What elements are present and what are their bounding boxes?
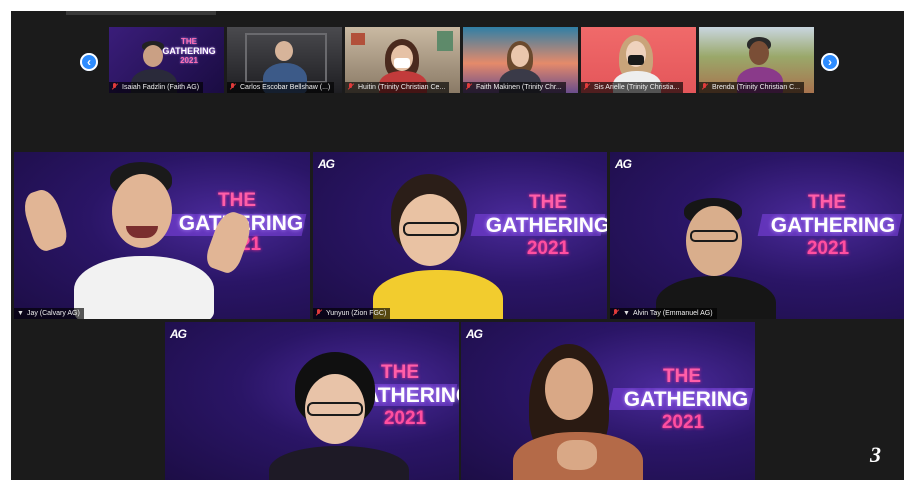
- org-logo-text: AG: [615, 157, 632, 171]
- participant-body: [74, 256, 214, 319]
- participant-name-label: Isaiah Fadzlin (Faith AG): [109, 82, 204, 93]
- org-logo-text: AG: [170, 327, 187, 341]
- participant-thumbnail[interactable]: Carlos Escobar Bellshaw (...): [227, 27, 342, 93]
- poster-title-the: THE: [181, 37, 197, 46]
- participant-head: [545, 358, 593, 420]
- chevron-right-icon[interactable]: ›: [821, 53, 839, 71]
- participant-name: Isaiah Fadzlin (Faith AG): [122, 84, 200, 91]
- face-mask: [394, 58, 410, 68]
- poster-title-the: THE: [663, 366, 701, 387]
- org-logo: AG: [466, 327, 483, 341]
- pin-icon: ▼: [623, 310, 630, 317]
- participant-name-label: ▼ Alvin Tay (Emmanuel AG): [610, 308, 717, 319]
- participant-thumbnail[interactable]: Huitin (Trinity Christian Ce...: [345, 27, 460, 93]
- participant-name: Yunyun (Zion FGC): [326, 310, 387, 317]
- participant-video-tile[interactable]: AG THE GATHERING 2021 ▼ Alvin Tay (Emmanu…: [610, 152, 904, 319]
- poster-title-year: 2021: [526, 238, 570, 259]
- org-logo-text: AG: [318, 157, 335, 171]
- pin-icon: ▼: [17, 310, 24, 317]
- poster-title-main: GATHERING: [162, 46, 216, 56]
- participant-name: Alvin Tay (Emmanuel AG): [632, 310, 713, 317]
- mic-muted-icon: [466, 83, 472, 90]
- participant-video-tile[interactable]: AG THE GATHERING 2021: [165, 322, 459, 480]
- zoom-meeting-window: ‹ THE GATHERING 2021 Isaiah Fadzlin (Fai…: [11, 11, 904, 480]
- participant-name-label: Huitin (Trinity Christian Ce...: [345, 82, 450, 93]
- participant-head: [275, 41, 293, 61]
- participant-name-label: Faith Makinen (Trinity Chr...: [463, 82, 566, 93]
- participant-thumbnail[interactable]: Sis Arielle (Trinity Christia...: [581, 27, 696, 93]
- participant-name: Faith Makinen (Trinity Chr...: [476, 84, 562, 91]
- participant-hands: [557, 440, 597, 470]
- participant-body: [373, 270, 503, 319]
- participant-video-tile[interactable]: AG THE GATHERING 2021: [461, 322, 755, 480]
- participant-name-label: Sis Arielle (Trinity Christia...: [581, 82, 684, 93]
- poster-title-main: GATHERING: [485, 214, 607, 237]
- org-logo: AG: [318, 157, 335, 171]
- participant-thumbnail[interactable]: Brenda (Trinity Christian C...: [699, 27, 814, 93]
- participant-glasses: [690, 230, 738, 242]
- mic-muted-icon: [584, 83, 590, 90]
- mic-muted-icon: [348, 83, 354, 90]
- participant-head: [511, 45, 529, 67]
- org-logo-text: AG: [466, 327, 483, 341]
- mic-muted-icon: [613, 309, 619, 316]
- poster-title-main: GATHERING: [770, 214, 896, 237]
- mic-muted-icon: [112, 83, 118, 90]
- poster-title-the: THE: [808, 192, 846, 213]
- mic-muted-icon: [230, 83, 236, 90]
- poster-title-year: 2021: [806, 238, 850, 259]
- participant-head: [143, 45, 163, 67]
- gallery-thumbnail-strip: ‹ THE GATHERING 2021 Isaiah Fadzlin (Fai…: [11, 11, 904, 111]
- poster-title-year: 2021: [661, 412, 705, 433]
- participant-name: Huitin (Trinity Christian Ce...: [358, 84, 446, 91]
- poster-title-year: 2021: [180, 56, 198, 65]
- participant-thumbnail[interactable]: Faith Makinen (Trinity Chr...: [463, 27, 578, 93]
- org-logo: AG: [615, 157, 632, 171]
- participant-name-label: Brenda (Trinity Christian C...: [699, 82, 805, 93]
- face-mask: [628, 55, 644, 65]
- thumbnail-event-poster: THE GATHERING 2021: [159, 37, 219, 65]
- participant-glasses: [403, 222, 459, 236]
- participant-head: [749, 41, 769, 65]
- participant-name-label: Yunyun (Zion FGC): [313, 308, 391, 319]
- participant-name: Brenda (Trinity Christian C...: [712, 84, 801, 91]
- mic-muted-icon: [316, 309, 322, 316]
- mic-muted-icon: [702, 83, 708, 90]
- participant-name: Jay (Calvary AG): [26, 310, 80, 317]
- poster-title-main: GATHERING: [623, 388, 749, 411]
- wall-decoration: [351, 33, 365, 45]
- participant-name-label: ▼ Jay (Calvary AG): [14, 308, 84, 319]
- chevron-left-icon[interactable]: ‹: [80, 53, 98, 71]
- page-number: 3: [870, 442, 881, 467]
- wall-decoration: [437, 31, 453, 51]
- participant-glasses: [307, 402, 363, 416]
- participant-video-tile[interactable]: AG THE GATHERING 2021 Yunyun (Zion FGC): [313, 152, 607, 319]
- participant-name: Carlos Escobar Bellshaw (...): [240, 84, 331, 91]
- participant-thumbnail[interactable]: THE GATHERING 2021 Isaiah Fadzlin (Faith…: [109, 27, 224, 93]
- participant-name: Sis Arielle (Trinity Christia...: [594, 84, 680, 91]
- participant-video-tile[interactable]: THE GATHERING 2021 ▼Jay (Calvary AG): [14, 152, 310, 319]
- poster-title-the: THE: [529, 192, 567, 213]
- org-logo: AG: [170, 327, 187, 341]
- poster-title-the: THE: [218, 190, 256, 211]
- participant-name-label: Carlos Escobar Bellshaw (...): [227, 82, 335, 93]
